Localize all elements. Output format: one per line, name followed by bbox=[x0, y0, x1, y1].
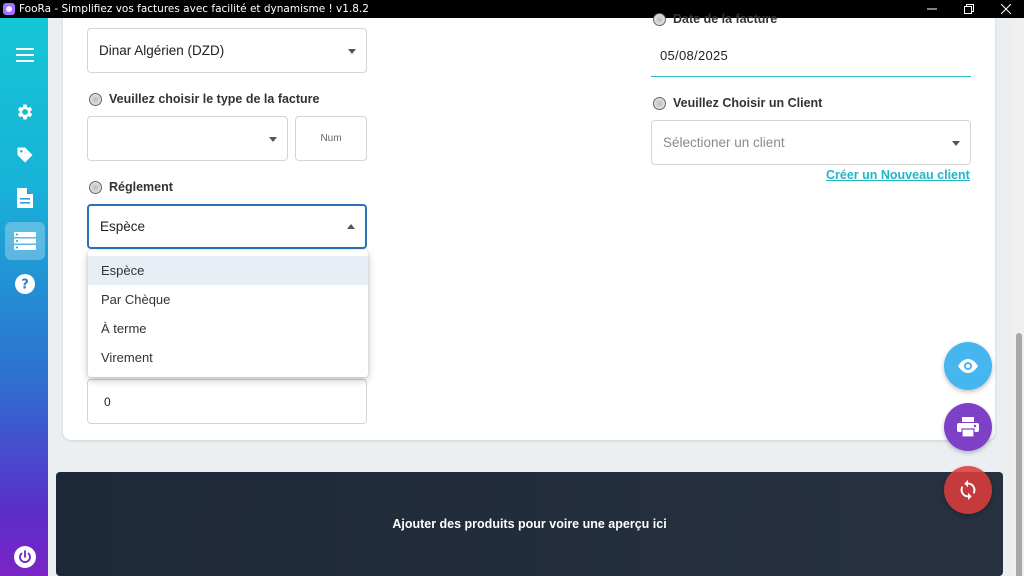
date-label-text: Date de la facture bbox=[673, 12, 778, 26]
invoice-type-radio[interactable] bbox=[89, 92, 102, 106]
print-fab-button[interactable] bbox=[944, 403, 992, 451]
invoice-type-label: Veuillez choisir le type de la facture bbox=[89, 92, 320, 106]
eye-icon bbox=[958, 359, 978, 373]
gear-icon bbox=[17, 104, 33, 120]
help-icon: ? bbox=[15, 274, 35, 294]
chevron-down-icon bbox=[348, 48, 356, 54]
refresh-icon bbox=[960, 479, 976, 501]
invoice-date-input[interactable]: 05/08/2025 bbox=[651, 35, 971, 77]
window-titlebar: FooRa - Simplifiez vos factures avec fac… bbox=[0, 0, 1024, 18]
invoice-preview-panel: Ajouter des produits pour voire une aper… bbox=[56, 472, 1003, 576]
chevron-down-icon bbox=[952, 140, 960, 146]
restore-icon bbox=[963, 4, 974, 14]
chevron-down-icon bbox=[269, 136, 277, 142]
client-select[interactable]: Sélectioner un client bbox=[651, 120, 971, 165]
preview-message: Ajouter des produits pour voire une aper… bbox=[392, 517, 667, 531]
close-button[interactable] bbox=[987, 0, 1024, 18]
scrollbar-thumb[interactable] bbox=[1016, 333, 1022, 576]
date-label: Date de la facture bbox=[653, 12, 777, 26]
client-label: Veuillez Choisir un Client bbox=[653, 96, 822, 110]
reglement-select[interactable]: Espèce bbox=[87, 204, 367, 249]
tag-icon bbox=[17, 147, 33, 163]
reglement-option-virement[interactable]: Virement bbox=[88, 343, 368, 372]
sidebar-item-products[interactable] bbox=[5, 136, 45, 174]
client-placeholder: Sélectioner un client bbox=[663, 135, 785, 150]
sidebar-item-invoices[interactable] bbox=[5, 222, 45, 260]
reglement-value: Espèce bbox=[100, 219, 146, 234]
app-logo-icon bbox=[3, 3, 15, 15]
svg-text:?: ? bbox=[21, 278, 29, 293]
reglement-option-a-terme[interactable]: À terme bbox=[88, 314, 368, 343]
currency-value: Dinar Algérien (DZD) bbox=[99, 43, 225, 58]
reglement-option-espece[interactable]: Espèce bbox=[88, 256, 368, 285]
amount-value: 0 bbox=[104, 394, 111, 409]
invoice-type-label-text: Veuillez choisir le type de la facture bbox=[109, 92, 320, 106]
refresh-fab-button[interactable] bbox=[944, 466, 992, 514]
reglement-label: Réglement bbox=[89, 180, 173, 194]
minimize-button[interactable] bbox=[913, 0, 950, 18]
invoice-date-value: 05/08/2025 bbox=[660, 48, 729, 63]
sidebar-item-settings[interactable] bbox=[5, 93, 45, 131]
chevron-up-icon bbox=[347, 223, 355, 229]
reglement-label-text: Réglement bbox=[109, 180, 173, 194]
restore-button[interactable] bbox=[950, 0, 987, 18]
sidebar-item-help[interactable]: ? bbox=[5, 265, 45, 303]
invoice-number-placeholder: Num bbox=[320, 133, 342, 144]
power-icon bbox=[14, 546, 36, 568]
document-icon bbox=[17, 188, 33, 208]
page-scrollbar[interactable] bbox=[1014, 18, 1024, 576]
sidebar-menu-button[interactable] bbox=[5, 36, 45, 74]
window-title: FooRa - Simplifiez vos factures avec fac… bbox=[19, 3, 369, 15]
reglement-radio[interactable] bbox=[89, 180, 102, 194]
power-button[interactable] bbox=[5, 538, 45, 576]
client-radio[interactable] bbox=[653, 96, 666, 110]
invoice-number-input[interactable]: Num bbox=[295, 116, 367, 161]
menu-icon bbox=[16, 48, 34, 62]
date-radio[interactable] bbox=[653, 12, 666, 26]
client-label-text: Veuillez Choisir un Client bbox=[673, 96, 823, 110]
preview-fab-button[interactable] bbox=[944, 342, 992, 390]
reglement-dropdown-menu: Espèce Par Chèque À terme Virement bbox=[88, 250, 368, 377]
close-icon bbox=[1000, 4, 1011, 14]
printer-icon bbox=[957, 417, 979, 437]
list-icon bbox=[14, 232, 36, 250]
sidebar: ? bbox=[0, 18, 48, 576]
sidebar-item-documents[interactable] bbox=[5, 179, 45, 217]
currency-select[interactable]: Dinar Algérien (DZD) bbox=[87, 28, 367, 73]
new-client-link[interactable]: Créer un Nouveau client bbox=[826, 168, 970, 182]
minimize-icon bbox=[926, 8, 937, 10]
reglement-option-cheque[interactable]: Par Chèque bbox=[88, 285, 368, 314]
invoice-type-select[interactable] bbox=[87, 116, 288, 161]
amount-input[interactable]: 0 bbox=[87, 379, 367, 424]
